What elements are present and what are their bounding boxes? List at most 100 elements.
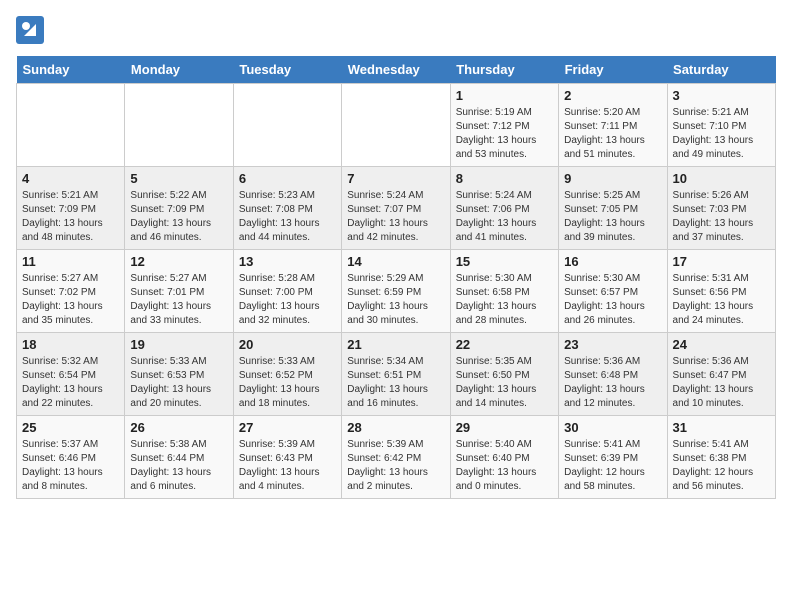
day-number: 12 xyxy=(130,254,227,269)
day-number: 11 xyxy=(22,254,119,269)
cell-info: Sunrise: 5:27 AM Sunset: 7:02 PM Dayligh… xyxy=(22,272,119,328)
calendar-week-row: 1 Sunrise: 5:19 AM Sunset: 7:12 PM Daylig… xyxy=(17,84,776,167)
calendar-cell: 13 Sunrise: 5:28 AM Sunset: 7:00 PM Dayli… xyxy=(233,250,341,333)
calendar-cell: 7 Sunrise: 5:24 AM Sunset: 7:07 PM Daylig… xyxy=(342,167,450,250)
calendar-cell: 30 Sunrise: 5:41 AM Sunset: 6:39 PM Dayli… xyxy=(559,416,667,499)
cell-info: Sunrise: 5:25 AM Sunset: 7:05 PM Dayligh… xyxy=(564,189,661,245)
cell-info: Sunrise: 5:33 AM Sunset: 6:53 PM Dayligh… xyxy=(130,355,227,411)
calendar-cell: 11 Sunrise: 5:27 AM Sunset: 7:02 PM Dayli… xyxy=(17,250,125,333)
day-number: 23 xyxy=(564,337,661,352)
calendar-cell: 1 Sunrise: 5:19 AM Sunset: 7:12 PM Daylig… xyxy=(450,84,558,167)
calendar-cell: 14Sunrise: 5:29 AM Sunset: 6:59 PM Dayli… xyxy=(342,250,450,333)
day-number: 4 xyxy=(22,171,119,186)
cell-info: Sunrise: 5:24 AM Sunset: 7:07 PM Dayligh… xyxy=(347,189,444,245)
cell-info: Sunrise: 5:38 AM Sunset: 6:44 PM Dayligh… xyxy=(130,438,227,494)
calendar-cell: 28 Sunrise: 5:39 AM Sunset: 6:42 PM Dayli… xyxy=(342,416,450,499)
day-number: 21 xyxy=(347,337,444,352)
cell-info: Sunrise: 5:40 AM Sunset: 6:40 PM Dayligh… xyxy=(456,438,553,494)
calendar-cell: 6Sunrise: 5:23 AM Sunset: 7:08 PM Daylig… xyxy=(233,167,341,250)
day-number: 10 xyxy=(673,171,770,186)
day-header-tuesday: Tuesday xyxy=(233,56,341,84)
cell-info: Sunrise: 5:21 AM Sunset: 7:09 PM Dayligh… xyxy=(22,189,119,245)
calendar-week-row: 25Sunrise: 5:37 AM Sunset: 6:46 PM Dayli… xyxy=(17,416,776,499)
logo-icon xyxy=(16,16,44,44)
calendar-week-row: 11 Sunrise: 5:27 AM Sunset: 7:02 PM Dayli… xyxy=(17,250,776,333)
calendar-cell: 20 Sunrise: 5:33 AM Sunset: 6:52 PM Dayli… xyxy=(233,333,341,416)
calendar-cell: 23 Sunrise: 5:36 AM Sunset: 6:48 PM Dayli… xyxy=(559,333,667,416)
day-number: 8 xyxy=(456,171,553,186)
calendar-cell: 27 Sunrise: 5:39 AM Sunset: 6:43 PM Dayli… xyxy=(233,416,341,499)
day-number: 29 xyxy=(456,420,553,435)
cell-info: Sunrise: 5:23 AM Sunset: 7:08 PM Dayligh… xyxy=(239,189,336,245)
cell-info: Sunrise: 5:33 AM Sunset: 6:52 PM Dayligh… xyxy=(239,355,336,411)
day-number: 18 xyxy=(22,337,119,352)
calendar-cell: 31 Sunrise: 5:41 AM Sunset: 6:38 PM Dayli… xyxy=(667,416,775,499)
day-header-wednesday: Wednesday xyxy=(342,56,450,84)
cell-info: Sunrise: 5:27 AM Sunset: 7:01 PM Dayligh… xyxy=(130,272,227,328)
calendar-cell: 19 Sunrise: 5:33 AM Sunset: 6:53 PM Dayli… xyxy=(125,333,233,416)
calendar-cell: 10 Sunrise: 5:26 AM Sunset: 7:03 PM Dayli… xyxy=(667,167,775,250)
calendar-cell xyxy=(233,84,341,167)
calendar-cell: 5 Sunrise: 5:22 AM Sunset: 7:09 PM Daylig… xyxy=(125,167,233,250)
day-number: 27 xyxy=(239,420,336,435)
page-header xyxy=(16,16,776,44)
day-number: 20 xyxy=(239,337,336,352)
day-number: 30 xyxy=(564,420,661,435)
calendar-cell: 21 Sunrise: 5:34 AM Sunset: 6:51 PM Dayli… xyxy=(342,333,450,416)
cell-info: Sunrise: 5:30 AM Sunset: 6:57 PM Dayligh… xyxy=(564,272,661,328)
cell-info: Sunrise: 5:36 AM Sunset: 6:47 PM Dayligh… xyxy=(673,355,770,411)
calendar-cell: 18 Sunrise: 5:32 AM Sunset: 6:54 PM Dayli… xyxy=(17,333,125,416)
cell-info: Sunrise: 5:32 AM Sunset: 6:54 PM Dayligh… xyxy=(22,355,119,411)
day-number: 16 xyxy=(564,254,661,269)
calendar-week-row: 18 Sunrise: 5:32 AM Sunset: 6:54 PM Dayli… xyxy=(17,333,776,416)
day-number: 26 xyxy=(130,420,227,435)
cell-info: Sunrise: 5:19 AM Sunset: 7:12 PM Dayligh… xyxy=(456,106,553,162)
cell-info: Sunrise: 5:41 AM Sunset: 6:38 PM Dayligh… xyxy=(673,438,770,494)
cell-info: Sunrise: 5:30 AM Sunset: 6:58 PM Dayligh… xyxy=(456,272,553,328)
calendar-cell xyxy=(342,84,450,167)
calendar-cell: 9 Sunrise: 5:25 AM Sunset: 7:05 PM Daylig… xyxy=(559,167,667,250)
cell-info: Sunrise: 5:36 AM Sunset: 6:48 PM Dayligh… xyxy=(564,355,661,411)
day-number: 14 xyxy=(347,254,444,269)
calendar-cell: 15 Sunrise: 5:30 AM Sunset: 6:58 PM Dayli… xyxy=(450,250,558,333)
cell-info: Sunrise: 5:41 AM Sunset: 6:39 PM Dayligh… xyxy=(564,438,661,494)
cell-info: Sunrise: 5:22 AM Sunset: 7:09 PM Dayligh… xyxy=(130,189,227,245)
calendar-cell xyxy=(125,84,233,167)
cell-info: Sunrise: 5:28 AM Sunset: 7:00 PM Dayligh… xyxy=(239,272,336,328)
calendar-cell: 3Sunrise: 5:21 AM Sunset: 7:10 PM Daylig… xyxy=(667,84,775,167)
day-number: 9 xyxy=(564,171,661,186)
cell-info: Sunrise: 5:31 AM Sunset: 6:56 PM Dayligh… xyxy=(673,272,770,328)
calendar-week-row: 4 Sunrise: 5:21 AM Sunset: 7:09 PM Daylig… xyxy=(17,167,776,250)
calendar-cell: 17 Sunrise: 5:31 AM Sunset: 6:56 PM Dayli… xyxy=(667,250,775,333)
day-header-thursday: Thursday xyxy=(450,56,558,84)
day-header-sunday: Sunday xyxy=(17,56,125,84)
cell-info: Sunrise: 5:24 AM Sunset: 7:06 PM Dayligh… xyxy=(456,189,553,245)
calendar-cell: 16 Sunrise: 5:30 AM Sunset: 6:57 PM Dayli… xyxy=(559,250,667,333)
day-number: 31 xyxy=(673,420,770,435)
cell-info: Sunrise: 5:26 AM Sunset: 7:03 PM Dayligh… xyxy=(673,189,770,245)
calendar-cell: 2Sunrise: 5:20 AM Sunset: 7:11 PM Daylig… xyxy=(559,84,667,167)
day-number: 5 xyxy=(130,171,227,186)
cell-info: Sunrise: 5:34 AM Sunset: 6:51 PM Dayligh… xyxy=(347,355,444,411)
calendar-cell: 24 Sunrise: 5:36 AM Sunset: 6:47 PM Dayli… xyxy=(667,333,775,416)
day-header-saturday: Saturday xyxy=(667,56,775,84)
day-number: 7 xyxy=(347,171,444,186)
day-number: 17 xyxy=(673,254,770,269)
calendar-header-row: SundayMondayTuesdayWednesdayThursdayFrid… xyxy=(17,56,776,84)
logo xyxy=(16,16,48,44)
day-number: 3 xyxy=(673,88,770,103)
calendar-cell: 25Sunrise: 5:37 AM Sunset: 6:46 PM Dayli… xyxy=(17,416,125,499)
calendar-cell: 29 Sunrise: 5:40 AM Sunset: 6:40 PM Dayli… xyxy=(450,416,558,499)
cell-info: Sunrise: 5:39 AM Sunset: 6:42 PM Dayligh… xyxy=(347,438,444,494)
calendar-cell: 4 Sunrise: 5:21 AM Sunset: 7:09 PM Daylig… xyxy=(17,167,125,250)
day-header-monday: Monday xyxy=(125,56,233,84)
cell-info: Sunrise: 5:39 AM Sunset: 6:43 PM Dayligh… xyxy=(239,438,336,494)
cell-info: Sunrise: 5:37 AM Sunset: 6:46 PM Dayligh… xyxy=(22,438,119,494)
day-number: 15 xyxy=(456,254,553,269)
day-number: 19 xyxy=(130,337,227,352)
calendar-table: SundayMondayTuesdayWednesdayThursdayFrid… xyxy=(16,56,776,499)
day-number: 1 xyxy=(456,88,553,103)
day-number: 28 xyxy=(347,420,444,435)
day-number: 24 xyxy=(673,337,770,352)
day-number: 13 xyxy=(239,254,336,269)
